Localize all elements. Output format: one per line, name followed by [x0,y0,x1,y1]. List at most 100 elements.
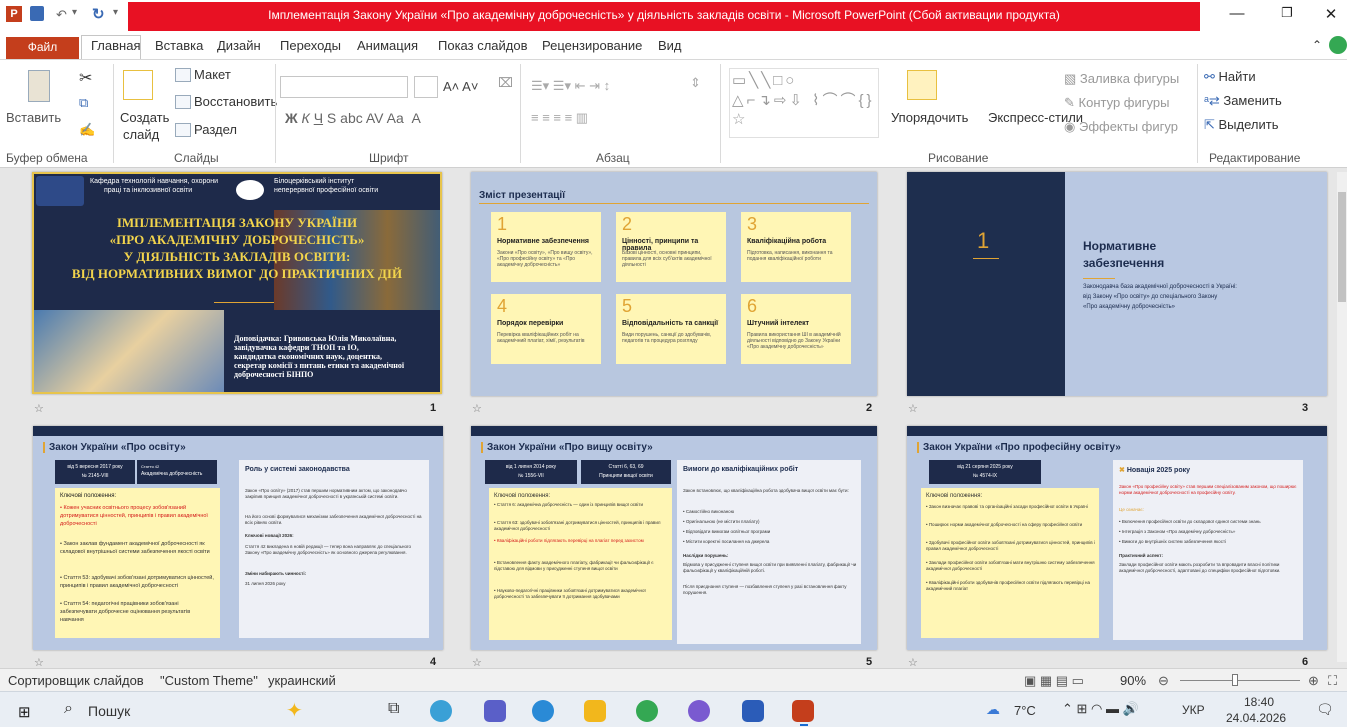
save-icon[interactable] [30,6,44,21]
zoom-out-icon[interactable]: ⊖ [1158,673,1169,689]
grow-font-icon[interactable]: A˄ A˅ [443,79,478,94]
arrange-icon[interactable] [907,70,937,100]
align-icons[interactable]: ≡ ≡ ≡ ≡ ▥ [531,110,588,126]
new-slide-icon[interactable] [123,70,153,100]
shape-outline-button: ✎ Контур фигуры [1064,95,1170,110]
task-view-icon[interactable]: ⧉ [388,700,399,718]
vertical-scrollbar[interactable] [1337,172,1347,662]
clear-format-icon[interactable]: ⌧ [498,75,513,91]
edge-icon[interactable] [430,700,452,722]
fit-slide-icon[interactable]: ⛶ [1328,673,1337,689]
edge-browser-icon[interactable] [532,700,554,722]
slide-thumbnail-6[interactable]: Закон України «Про професійну освіту» ві… [907,426,1327,650]
tab-home[interactable]: Главная [91,38,140,53]
s5-key-box: Ключові положення: • Стаття 6: академічн… [489,488,672,640]
s3-rule [973,258,999,259]
slide-thumbnail-2[interactable]: Зміст презентації 1 Нормативне забезпечен… [471,172,877,396]
restore-icon[interactable]: ❐ [1272,5,1302,21]
font-size-combo[interactable] [414,76,438,98]
slide-number-2: 2 [866,402,873,414]
card-6: 6 Штучний інтелект Правила використання ШІ… [741,294,851,364]
tab-animation[interactable]: Анимация [357,38,418,53]
slide-thumbnail-5[interactable]: Закон України «Про вищу освіту» від 1 ли… [471,426,877,650]
tab-insert[interactable]: Вставка [155,38,203,53]
star-icon[interactable]: ☆ [34,402,44,415]
windows-start-icon[interactable]: ⊞ [18,703,31,721]
zoom-in-icon[interactable]: ⊕ [1308,673,1319,689]
new-slide-button[interactable]: Создать [120,110,169,125]
tab-design[interactable]: Дизайн [217,38,261,53]
nav-strip [907,426,1327,436]
arrange-button[interactable]: Упорядочить [891,110,968,125]
shape-effects-button: ◉ Эффекты фигур [1064,119,1178,134]
active-indicator [800,724,808,726]
copy-icon[interactable]: ⧉ [79,95,88,111]
chrome-taskbar-icon[interactable] [636,700,658,722]
speaker-line5: доброчесності БІНПО [234,370,314,379]
viber-icon[interactable] [688,700,710,722]
s6-date-box: від 21 серпня 2025 року № 4574-IX [929,460,1041,484]
slide-thumbnail-4[interactable]: Закон України «Про освіту» від 5 вересня… [33,426,443,650]
layout-button[interactable]: Макет [194,67,231,82]
paste-button[interactable]: Вставить [6,110,61,125]
powerpoint-taskbar-icon[interactable] [792,700,814,722]
clock-time[interactable]: 18:40 [1244,695,1274,709]
tab-view[interactable]: Вид [658,38,682,53]
repeat-icon[interactable]: ↻ [92,5,105,23]
text-direction-icon[interactable]: ⇕ [690,75,701,91]
cut-icon[interactable]: ✂ [79,68,92,88]
card-3: 3 Кваліфікаційна робота Підготовка, написа… [741,212,851,282]
slide-thumbnail-1[interactable]: Кафедра технологій навчання, охорони пра… [32,172,442,394]
theme-name[interactable]: "Custom Theme" [160,673,258,688]
chrome-icon[interactable] [1329,36,1347,54]
s5-title: Закон України «Про вищу освіту» [481,442,653,453]
section-button[interactable]: Раздел [194,122,237,137]
teams-icon[interactable] [484,700,506,722]
list-icons[interactable]: ☰▾ ☰▾ ⇤ ⇥ ↕ [531,78,610,94]
input-language[interactable]: УКР [1182,703,1205,717]
notifications-icon[interactable]: 🗨 [1316,701,1334,718]
reset-button[interactable]: Восстановить [194,94,277,109]
font-format-icons[interactable]: Ж К Ч S abc AV Aa A [285,110,421,126]
minimize-icon[interactable]: — [1222,5,1252,22]
star-icon[interactable]: ☆ [472,402,482,415]
tab-file[interactable]: Файл [6,37,79,59]
file-explorer-icon[interactable] [584,700,606,722]
reset-icon[interactable] [175,95,191,109]
paste-icon[interactable] [28,70,50,102]
word-icon[interactable] [742,700,764,722]
collapse-ribbon-icon[interactable]: ⌃ [1312,38,1322,52]
zoom-level[interactable]: 90% [1120,673,1146,688]
format-painter-icon[interactable]: ✍ [79,122,95,138]
layout-icon[interactable] [175,68,191,82]
s3-para1: Законодавча база академічної доброчеснос… [1083,284,1237,290]
shapes-gallery[interactable]: ▭╲╲□○ △⌐↴⇨⇩ ⌇⌒⌒{}☆ [729,68,879,138]
view-buttons-icons[interactable]: ▣ ▦ ▤ ▭ [1024,673,1084,689]
search-icon[interactable]: ⌕ [64,700,73,718]
s4-role-box: Роль у системі законодавства Закон «Про … [239,460,429,638]
copilot-icon[interactable]: ✦ [286,698,303,723]
close-icon[interactable]: ✕ [1316,5,1346,23]
dropdown-icon[interactable]: ▾ [72,7,77,24]
tray-icons[interactable]: ⌃ ⊞ ◠ ▬ 🔊 [1062,701,1139,717]
section-icon[interactable] [175,123,191,137]
scroll-thumb[interactable] [1338,192,1346,302]
tab-review[interactable]: Рецензирование [542,38,642,53]
zoom-thumb[interactable] [1232,674,1238,686]
language[interactable]: украинский [268,673,336,688]
slide-thumbnail-3[interactable]: 1 Нормативне забезпечення Законодавча ба… [907,172,1327,396]
temperature[interactable]: 7°C [1014,703,1036,718]
taskbar-search[interactable]: Пошук [88,703,130,719]
zoom-slider[interactable] [1180,680,1300,681]
tab-transitions[interactable]: Переходы [280,38,341,53]
clock-date[interactable]: 24.04.2026 [1226,711,1286,725]
tab-slideshow[interactable]: Показ слайдов [438,38,528,53]
group-clipboard: Буфер обмена [6,151,88,165]
s3-para3: «Про академічну доброчесність» [1083,304,1175,310]
font-name-combo[interactable] [280,76,408,98]
s3-dark-panel [907,172,1065,396]
undo-icon[interactable]: ↶ [56,7,67,24]
customize-qat-icon[interactable]: ▾ [113,7,118,24]
new-slide-label2[interactable]: слайд [123,127,159,142]
star-icon[interactable]: ☆ [908,402,918,415]
